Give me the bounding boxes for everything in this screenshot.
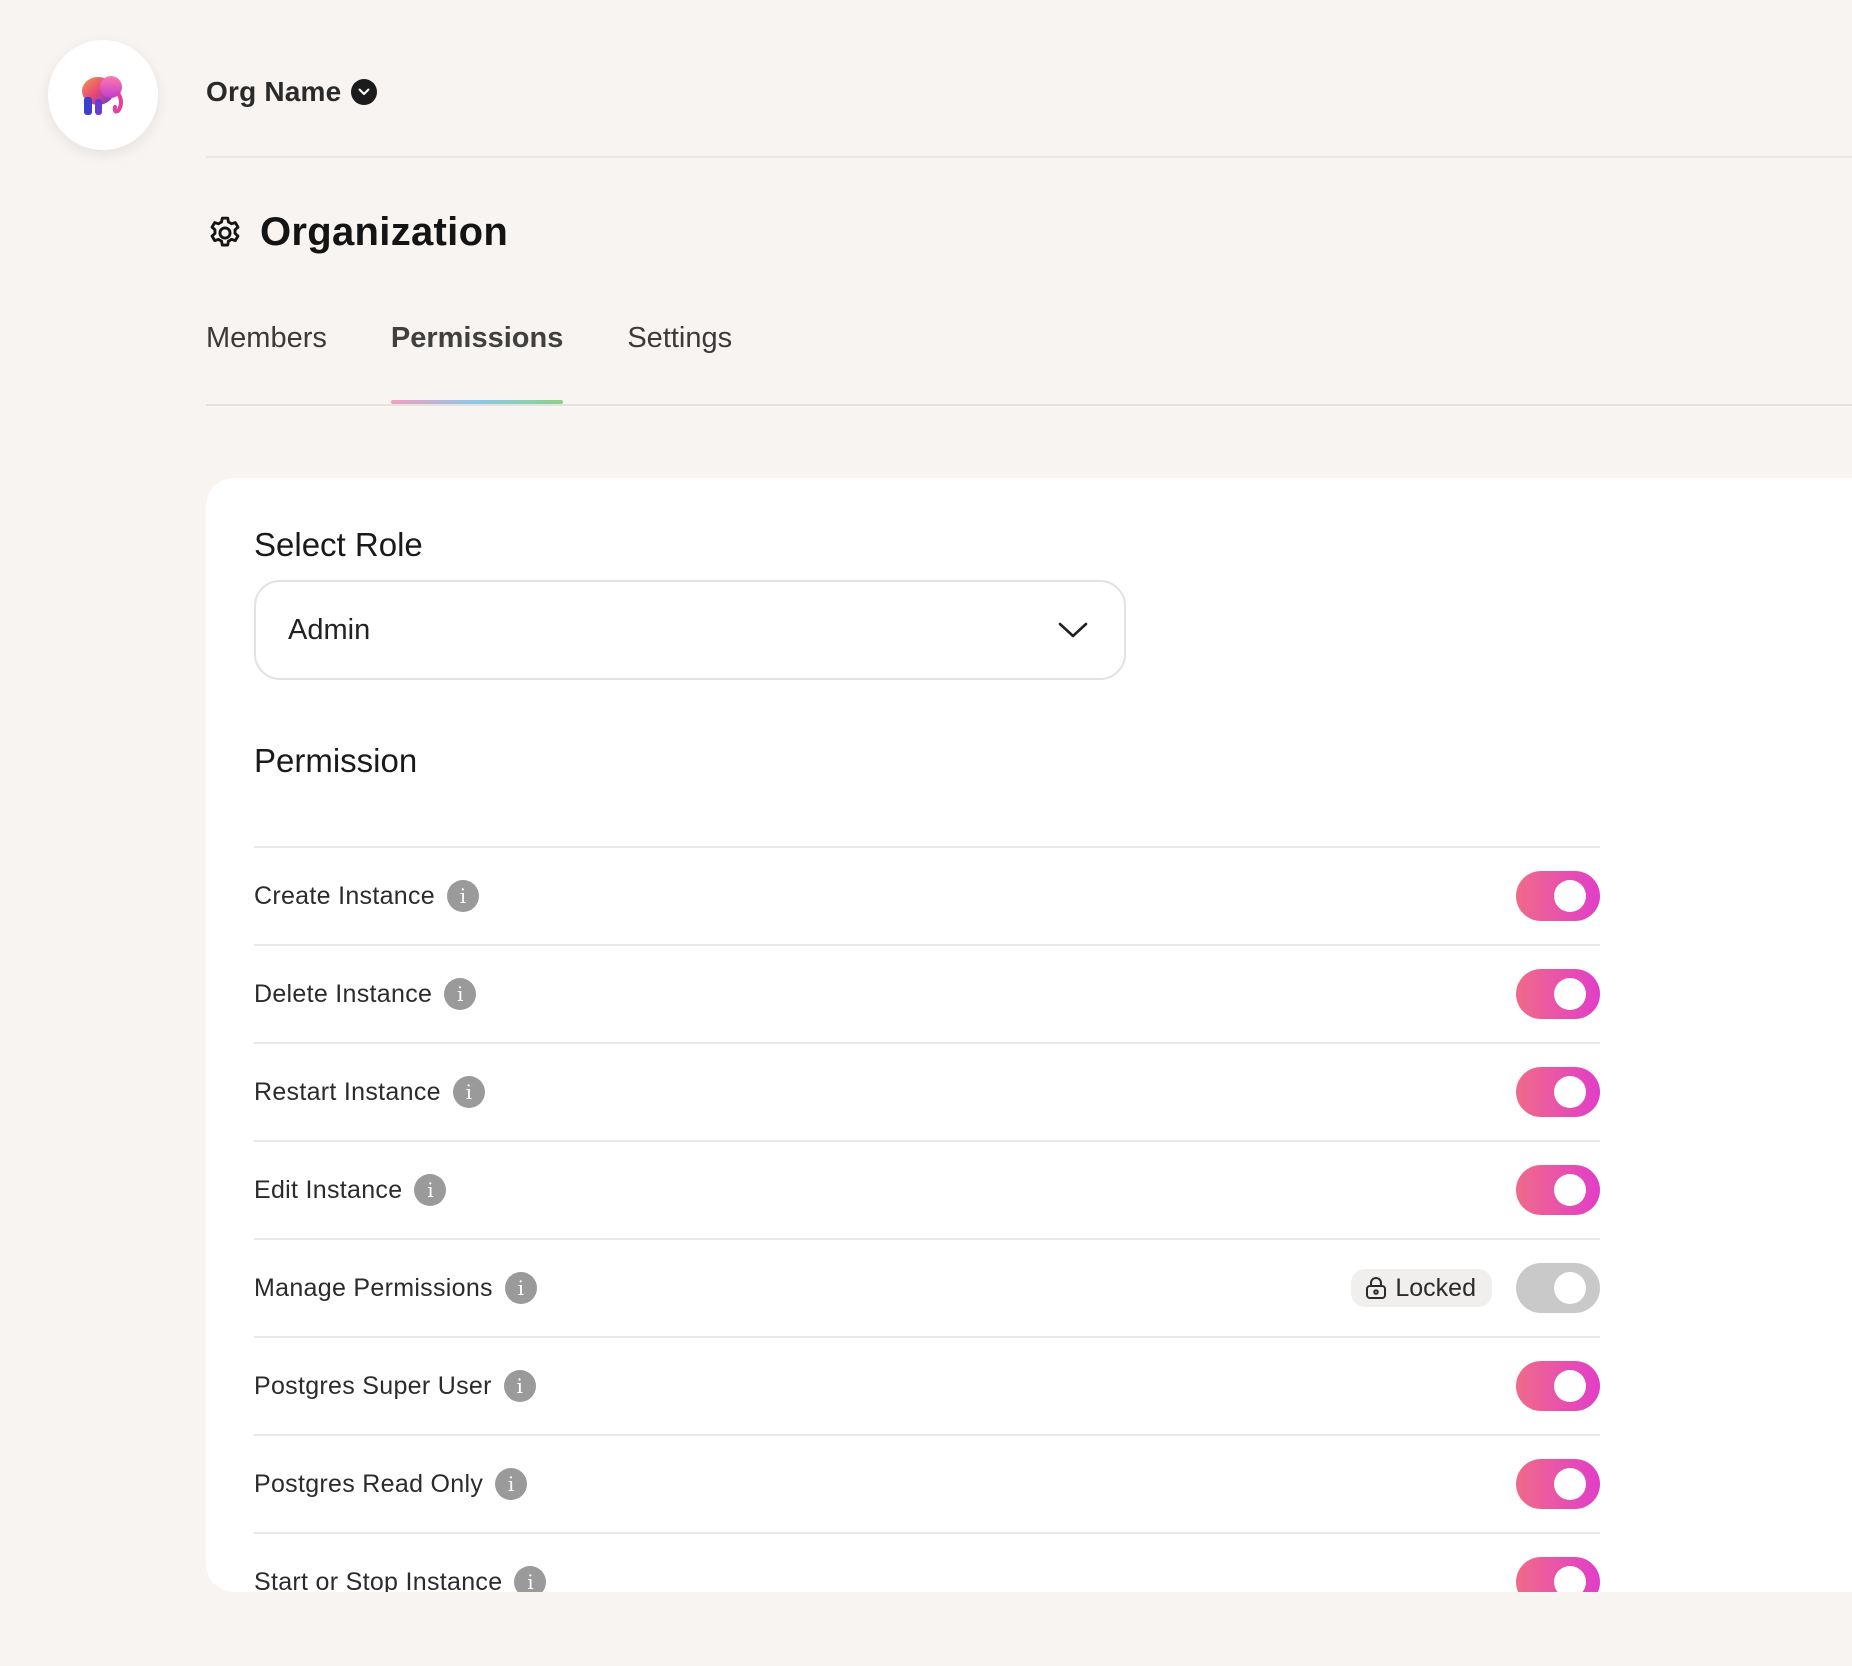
tab-settings[interactable]: Settings (627, 322, 732, 404)
role-select[interactable]: Admin (254, 580, 1126, 680)
toggle-knob (1554, 1272, 1586, 1304)
permission-label: Restart Instance (254, 1077, 441, 1106)
start-stop-instance-toggle[interactable] (1516, 1557, 1600, 1592)
manage-permissions-toggle[interactable] (1516, 1263, 1600, 1313)
permission-row-restart-instance: Restart Instance i (254, 1044, 1600, 1142)
permission-row-delete-instance: Delete Instance i (254, 946, 1600, 1044)
info-icon[interactable]: i (444, 978, 477, 1010)
role-select-value: Admin (288, 613, 371, 646)
permission-label: Start or Stop Instance (254, 1567, 503, 1593)
permission-list: Create Instance i Delete Instance i Rest… (254, 846, 1600, 1592)
restart-instance-toggle[interactable] (1516, 1067, 1600, 1117)
permission-row-postgres-super-user: Postgres Super User i (254, 1338, 1600, 1436)
permission-label: Postgres Read Only (254, 1469, 484, 1498)
info-icon[interactable]: i (504, 1272, 537, 1304)
info-icon[interactable]: i (452, 1076, 485, 1108)
info-icon[interactable]: i (514, 1566, 547, 1592)
tabs-divider (206, 404, 1852, 406)
header-divider (206, 156, 1852, 158)
org-logo[interactable] (48, 40, 158, 150)
locked-badge: Locked (1351, 1269, 1492, 1307)
toggle-knob (1554, 1076, 1586, 1108)
permissions-card: Select Role Admin Permission Create Inst… (206, 478, 1852, 1592)
info-icon[interactable]: i (495, 1468, 528, 1500)
org-name: Org Name (206, 76, 342, 107)
chevron-down-icon (1058, 622, 1088, 638)
toggle-knob (1554, 1370, 1586, 1402)
lock-icon (1366, 1277, 1387, 1299)
chevron-down-icon (351, 79, 378, 105)
toggle-knob (1554, 1468, 1586, 1500)
edit-instance-toggle[interactable] (1516, 1165, 1600, 1215)
tab-bar: Members Permissions Settings (206, 322, 796, 404)
select-role-label: Select Role (254, 526, 423, 563)
delete-instance-toggle[interactable] (1516, 969, 1600, 1019)
permission-heading: Permission (254, 742, 418, 779)
toggle-knob (1554, 978, 1586, 1010)
create-instance-toggle[interactable] (1516, 871, 1600, 921)
permission-label: Create Instance (254, 881, 435, 910)
toggle-knob (1554, 880, 1586, 912)
gear-icon (210, 216, 240, 246)
info-icon[interactable]: i (447, 880, 479, 912)
permission-row-manage-permissions: Manage Permissions i Locked (254, 1240, 1600, 1338)
permission-label: Edit Instance (254, 1175, 403, 1204)
tab-members[interactable]: Members (206, 322, 327, 404)
toggle-knob (1554, 1566, 1586, 1592)
permission-label: Postgres Super User (254, 1371, 492, 1400)
permission-row-create-instance: Create Instance i (254, 848, 1600, 946)
locked-label: Locked (1395, 1273, 1476, 1302)
org-switcher[interactable]: Org Name (206, 76, 378, 108)
elephant-logo-icon (82, 76, 123, 115)
tab-permissions[interactable]: Permissions (390, 322, 564, 404)
permission-row-edit-instance: Edit Instance i (254, 1142, 1600, 1240)
page-header: Organization (206, 210, 508, 255)
info-icon[interactable]: i (503, 1370, 536, 1402)
info-icon[interactable]: i (414, 1174, 447, 1206)
postgres-super-user-toggle[interactable] (1516, 1361, 1600, 1411)
permission-label: Delete Instance (254, 979, 433, 1008)
permission-row-postgres-read-only: Postgres Read Only i (254, 1436, 1600, 1534)
permission-label: Manage Permissions (254, 1273, 493, 1302)
page-title: Organization (260, 210, 509, 254)
page: Org Name Organization Members Permission… (0, 0, 1852, 1666)
permission-row-start-stop-instance: Start or Stop Instance i (254, 1534, 1600, 1592)
toggle-knob (1554, 1174, 1586, 1206)
postgres-read-only-toggle[interactable] (1516, 1459, 1600, 1509)
